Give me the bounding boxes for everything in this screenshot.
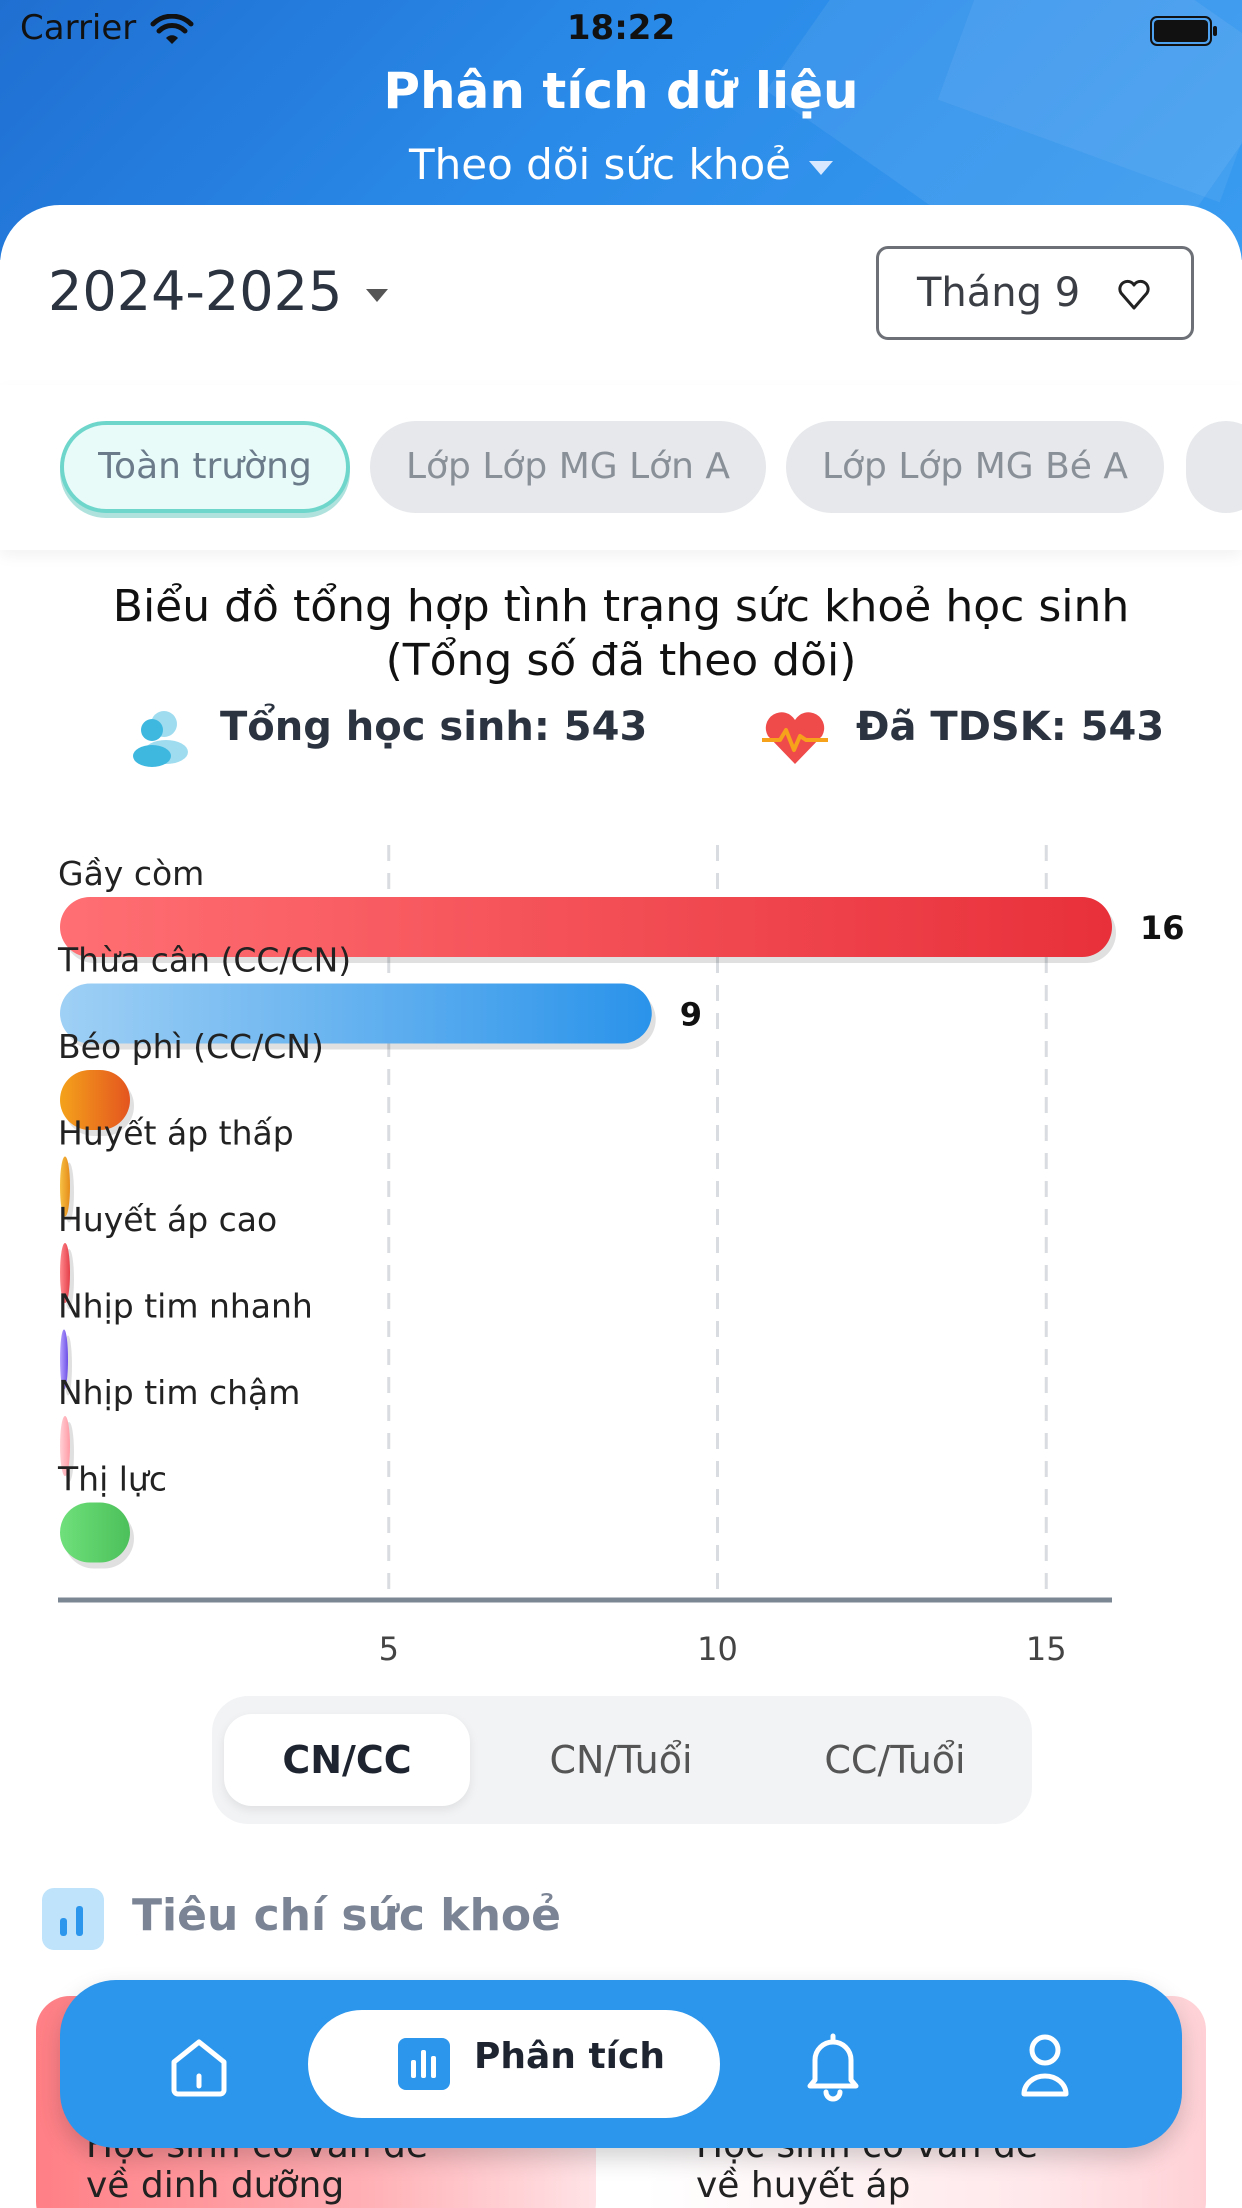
category-label: Huyết áp thấp — [58, 1114, 294, 1153]
tab-class-mg-lon-a[interactable]: Lớp Lớp MG Lớn A — [370, 421, 766, 513]
data-label: 16 — [1140, 909, 1185, 947]
month-dropdown[interactable]: Tháng 9 — [876, 246, 1194, 340]
tracked-students: Đã TDSK: 543 — [856, 704, 1165, 750]
chart-title-line1: Biểu đồ tổng hợp tình trạng sức khoẻ học… — [112, 581, 1130, 632]
chart-icon — [398, 2038, 450, 2090]
tab-more[interactable] — [1186, 421, 1242, 513]
chevron-down-icon — [366, 288, 389, 302]
year-label: 2024-2025 — [48, 260, 343, 323]
status-time: 18:22 — [566, 8, 676, 48]
chart-title: Biểu đồ tổng hợp tình trạng sức khoẻ học… — [0, 580, 1242, 688]
chart-mode-segmented: CN/CC CN/Tuổi CC/Tuổi — [212, 1696, 1032, 1824]
bottom-nav: Phân tích — [60, 1980, 1182, 2148]
category-label: Béo phì (CC/CN) — [58, 1027, 324, 1066]
bell-icon[interactable] — [778, 2010, 888, 2120]
category-label: Nhịp tim chậm — [58, 1373, 300, 1412]
x-tick-label: 10 — [697, 1630, 738, 1668]
blood-pressure-card-line2: về huyết áp — [696, 2165, 911, 2206]
health-bar-chart: Gầy còm 16 Thừa cân (CC/CN) 9 Béo phì (CC/CN… — [57, 845, 1185, 1668]
category-label: Thị lực — [57, 1460, 167, 1499]
category-label: Nhịp tim nhanh — [58, 1287, 313, 1326]
subtitle-dropdown[interactable]: Theo dõi sức khoẻ — [0, 140, 1242, 189]
page-title: Phân tích dữ liệu — [383, 62, 859, 120]
tab-class-mg-be-a[interactable]: Lớp Lớp MG Bé A — [786, 421, 1164, 513]
subtitle-label: Theo dõi sức khoẻ — [409, 140, 791, 189]
class-tabs: Toàn trường Lớp Lớp MG Lớn A Lớp Lớp MG … — [0, 385, 1242, 550]
user-icon[interactable] — [990, 2010, 1100, 2120]
month-label: Tháng 9 — [917, 270, 1081, 316]
tab-whole-school[interactable]: Toàn trường — [60, 421, 350, 513]
category-label: Huyết áp cao — [58, 1200, 277, 1239]
heart-outline-icon — [1118, 279, 1150, 310]
battery-icon — [1150, 16, 1217, 46]
chart-title-line2: (Tổng số đã theo dõi) — [385, 635, 857, 686]
x-tick-label: 15 — [1026, 1630, 1067, 1668]
nutrition-card-line2: về dinh dưỡng — [86, 2165, 345, 2206]
year-dropdown[interactable]: 2024-2025 — [48, 260, 389, 323]
category-label: Gầy còm — [58, 854, 204, 893]
category-label: Thừa cân (CC/CN) — [57, 941, 351, 980]
heartbeat-icon — [762, 712, 828, 764]
section-title: Tiêu chí sức khoẻ — [132, 1890, 561, 1941]
nav-analytics-label: Phân tích — [474, 2036, 665, 2077]
bar-chart-icon — [42, 1888, 104, 1950]
students-icon — [133, 711, 188, 767]
bar-7 — [60, 1502, 130, 1563]
segment-cc-tuoi[interactable]: CC/Tuổi — [762, 1714, 1028, 1806]
data-label: 9 — [680, 996, 702, 1034]
segment-cn-tuoi[interactable]: CN/Tuổi — [488, 1714, 754, 1806]
nav-analytics-button[interactable]: Phân tích — [308, 2010, 720, 2118]
home-icon[interactable] — [144, 2010, 254, 2120]
x-tick-label: 5 — [379, 1630, 399, 1668]
chevron-down-icon — [808, 160, 833, 175]
status-bar: Carrier 18:22 — [0, 0, 1242, 62]
total-students: Tổng học sinh: 543 — [220, 704, 648, 750]
segment-cn-cc[interactable]: CN/CC — [224, 1714, 470, 1806]
